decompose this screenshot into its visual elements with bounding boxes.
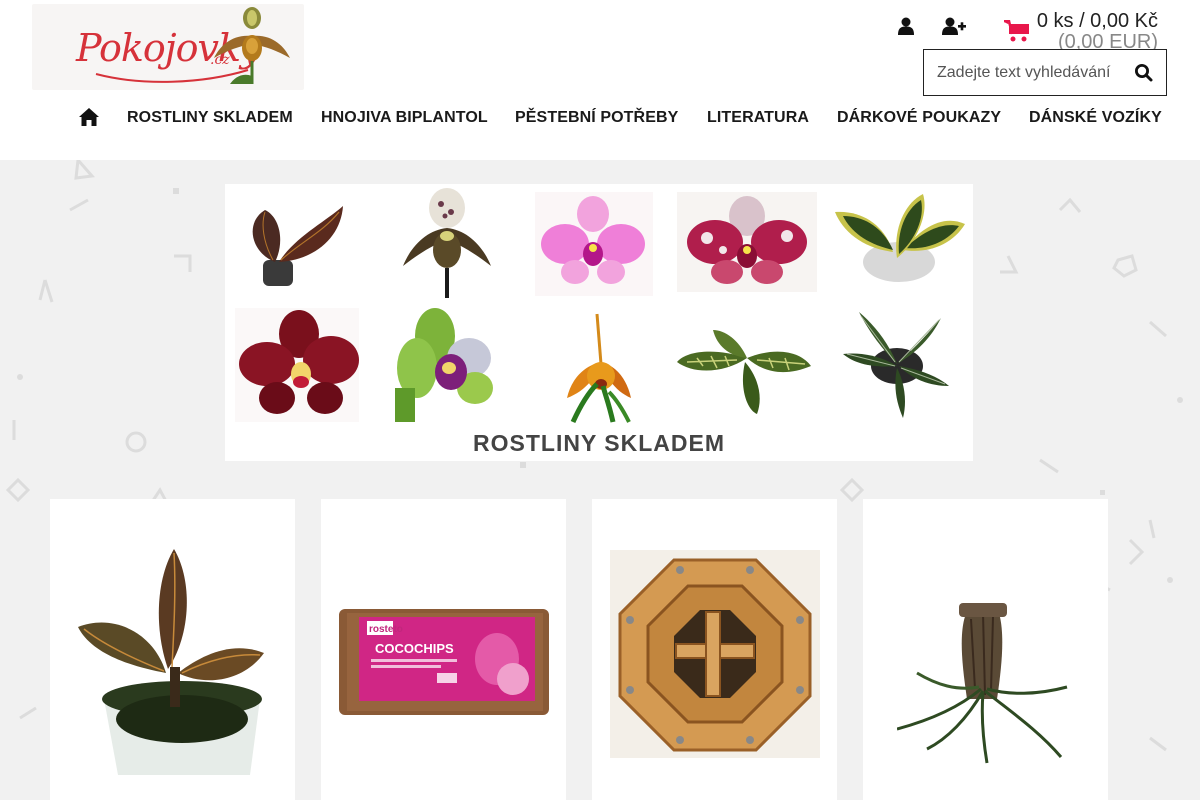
product-name: COCOCHIPS xyxy=(375,641,454,656)
harlequin-phalaenopsis-photo xyxy=(677,192,817,292)
cart-count-total: 0 ks / 0,00 Kč xyxy=(1036,10,1158,32)
add-user-icon[interactable] xyxy=(940,12,968,40)
product-card[interactable] xyxy=(50,499,295,800)
product-brand: rosteto xyxy=(369,624,403,635)
nav-item-danske-voziky[interactable]: DÁNSKÉ VOZÍKY xyxy=(1029,109,1162,127)
nav-item-rostliny-skladem[interactable]: ROSTLINY SKLADEM xyxy=(127,109,293,127)
patterned-leaf-plant-photo xyxy=(677,330,811,414)
product-card[interactable] xyxy=(863,499,1108,800)
search-box xyxy=(923,49,1167,96)
category-banner[interactable]: ROSTLINY SKLADEM xyxy=(225,184,973,461)
orchid-on-cork-image xyxy=(897,603,1068,764)
logo-swoosh xyxy=(95,69,249,83)
shopping-cart-icon xyxy=(1004,20,1029,42)
search-icon[interactable] xyxy=(1134,63,1154,83)
nav-item-pestebni-potreby[interactable]: PĚSTEBNÍ POTŘEBY xyxy=(515,109,678,127)
dark-red-phalaenopsis-photo xyxy=(235,308,359,422)
wooden-basket-image xyxy=(610,550,820,758)
nav-item-literatura[interactable]: LITERATURA xyxy=(707,109,809,127)
masdevallia-photo xyxy=(567,313,631,424)
jewel-orchid-plant-image xyxy=(78,549,264,775)
product-card[interactable] xyxy=(592,499,837,800)
paphiopedilum-photo xyxy=(403,188,491,298)
pink-phalaenopsis-photo xyxy=(535,192,653,296)
jewel-orchid-photo xyxy=(252,206,343,286)
home-icon[interactable] xyxy=(79,108,99,126)
nav-item-darkove-poukazy[interactable]: DÁRKOVÉ POUKAZY xyxy=(837,109,1001,127)
cocochips-substrate-image: rosteto COCOCHIPS xyxy=(339,609,549,715)
banner-title: ROSTLINY SKLADEM xyxy=(473,430,725,456)
orchid-collage-image xyxy=(235,188,965,424)
main-navigation: ROSTLINY SKLADEM HNOJIVA BIPLANTOL PĚSTE… xyxy=(0,104,1200,134)
spiky-plant-photo xyxy=(843,312,949,418)
cattleya-photo xyxy=(395,308,493,422)
search-input[interactable] xyxy=(924,50,1124,95)
product-card[interactable]: rosteto COCOCHIPS xyxy=(321,499,566,800)
cart-summary[interactable]: 0 ks / 0,00 Kč (0,00 EUR) xyxy=(1004,10,1164,53)
site-logo[interactable]: Pokojovky .cz xyxy=(32,4,304,90)
variegated-plant-photo xyxy=(835,194,965,282)
user-icon[interactable] xyxy=(894,12,918,40)
site-header: Pokojovky .cz 0 ks / 0,00 Kč (0,00 EUR) … xyxy=(0,0,1200,160)
nav-item-hnojiva-biplantol[interactable]: HNOJIVA BIPLANTOL xyxy=(321,109,488,127)
